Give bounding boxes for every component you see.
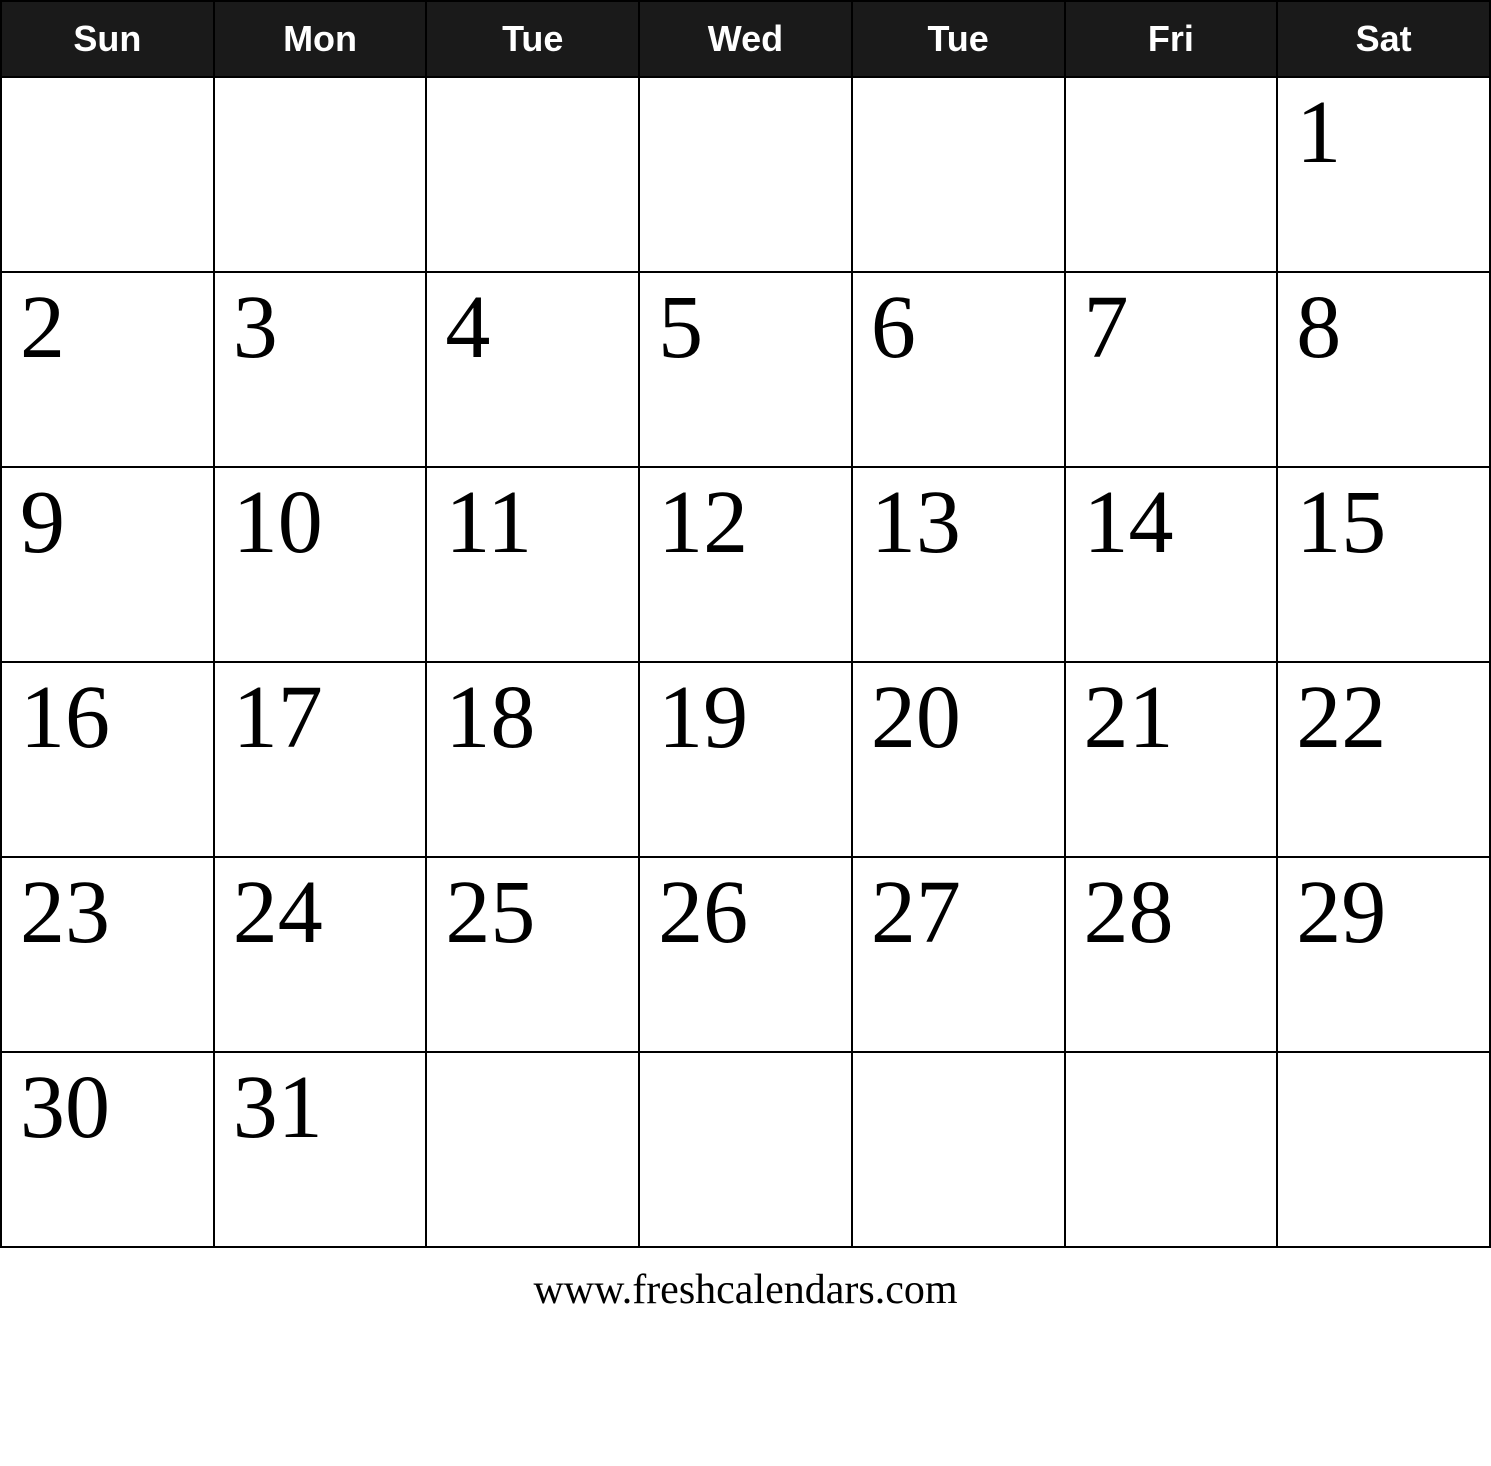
day-cell-0-6: 1 (1277, 77, 1490, 272)
day-number-1: 1 (1296, 88, 1471, 178)
day-cell-3-2: 18 (426, 662, 639, 857)
header-fri: Fri (1065, 1, 1278, 77)
day-cell-3-0: 16 (1, 662, 214, 857)
day-number-13: 13 (871, 478, 1046, 568)
day-cell-5-1: 31 (214, 1052, 427, 1247)
day-number-4: 4 (445, 283, 620, 373)
day-cell-4-0: 23 (1, 857, 214, 1052)
day-cell-5-3 (639, 1052, 852, 1247)
header-mon: Mon (214, 1, 427, 77)
day-number-3: 3 (233, 283, 408, 373)
day-number-30: 30 (20, 1063, 195, 1153)
day-cell-2-1: 10 (214, 467, 427, 662)
day-cell-5-5 (1065, 1052, 1278, 1247)
day-cell-5-0: 30 (1, 1052, 214, 1247)
day-number-7: 7 (1084, 283, 1259, 373)
day-cell-2-2: 11 (426, 467, 639, 662)
day-cell-0-2 (426, 77, 639, 272)
header-row: Sun Mon Tue Wed Tue Fri Sat (1, 1, 1490, 77)
header-sat: Sat (1277, 1, 1490, 77)
header-tue1: Tue (426, 1, 639, 77)
day-cell-0-1 (214, 77, 427, 272)
day-cell-5-6 (1277, 1052, 1490, 1247)
header-wed: Wed (639, 1, 852, 77)
day-number-15: 15 (1296, 478, 1471, 568)
day-cell-4-3: 26 (639, 857, 852, 1052)
day-number-6: 6 (871, 283, 1046, 373)
day-cell-0-3 (639, 77, 852, 272)
day-number-9: 9 (20, 478, 195, 568)
day-cell-4-6: 29 (1277, 857, 1490, 1052)
day-cell-2-3: 12 (639, 467, 852, 662)
day-cell-1-0: 2 (1, 272, 214, 467)
day-number-11: 11 (445, 478, 620, 568)
footer-url: www.freshcalendars.com (0, 1248, 1491, 1324)
day-cell-3-1: 17 (214, 662, 427, 857)
day-cell-0-5 (1065, 77, 1278, 272)
day-number-10: 10 (233, 478, 408, 568)
header-sun: Sun (1, 1, 214, 77)
day-cell-0-0 (1, 77, 214, 272)
day-cell-1-4: 6 (852, 272, 1065, 467)
day-number-12: 12 (658, 478, 833, 568)
day-number-18: 18 (445, 673, 620, 763)
day-number-14: 14 (1084, 478, 1259, 568)
day-cell-4-5: 28 (1065, 857, 1278, 1052)
calendar-wrapper: Sun Mon Tue Wed Tue Fri Sat 123456789101… (0, 0, 1491, 1324)
week-row-0: 1 (1, 77, 1490, 272)
day-cell-1-2: 4 (426, 272, 639, 467)
day-cell-0-4 (852, 77, 1065, 272)
day-number-8: 8 (1296, 283, 1471, 373)
day-cell-2-4: 13 (852, 467, 1065, 662)
day-number-5: 5 (658, 283, 833, 373)
week-row-4: 23 24 25 26 27 28 29 (1, 857, 1490, 1052)
day-number-19: 19 (658, 673, 833, 763)
week-row-2: 9 10 11 12 13 14 15 (1, 467, 1490, 662)
day-cell-1-5: 7 (1065, 272, 1278, 467)
day-number-16: 16 (20, 673, 195, 763)
day-cell-5-2 (426, 1052, 639, 1247)
day-number-22: 22 (1296, 673, 1471, 763)
week-row-3: 16 17 18 19 20 21 22 (1, 662, 1490, 857)
day-cell-3-6: 22 (1277, 662, 1490, 857)
day-cell-4-4: 27 (852, 857, 1065, 1052)
day-number-21: 21 (1084, 673, 1259, 763)
day-cell-4-1: 24 (214, 857, 427, 1052)
day-cell-2-0: 9 (1, 467, 214, 662)
day-number-24: 24 (233, 868, 408, 958)
day-cell-3-4: 20 (852, 662, 1065, 857)
day-cell-4-2: 25 (426, 857, 639, 1052)
week-row-1: 2345678 (1, 272, 1490, 467)
header-tue2: Tue (852, 1, 1065, 77)
day-cell-1-1: 3 (214, 272, 427, 467)
day-number-23: 23 (20, 868, 195, 958)
day-cell-3-3: 19 (639, 662, 852, 857)
day-number-25: 25 (445, 868, 620, 958)
day-number-26: 26 (658, 868, 833, 958)
day-number-31: 31 (233, 1063, 408, 1153)
day-cell-2-5: 14 (1065, 467, 1278, 662)
day-cell-5-4 (852, 1052, 1065, 1247)
day-cell-1-3: 5 (639, 272, 852, 467)
day-cell-2-6: 15 (1277, 467, 1490, 662)
calendar-header: Sun Mon Tue Wed Tue Fri Sat (1, 1, 1490, 77)
day-number-17: 17 (233, 673, 408, 763)
day-number-20: 20 (871, 673, 1046, 763)
day-cell-1-6: 8 (1277, 272, 1490, 467)
day-number-29: 29 (1296, 868, 1471, 958)
day-number-27: 27 (871, 868, 1046, 958)
week-row-5: 30 31 (1, 1052, 1490, 1247)
calendar-table: Sun Mon Tue Wed Tue Fri Sat 123456789101… (0, 0, 1491, 1248)
day-cell-3-5: 21 (1065, 662, 1278, 857)
day-number-28: 28 (1084, 868, 1259, 958)
day-number-2: 2 (20, 283, 195, 373)
calendar-body: 1234567891011121314151617181920212223242… (1, 77, 1490, 1247)
